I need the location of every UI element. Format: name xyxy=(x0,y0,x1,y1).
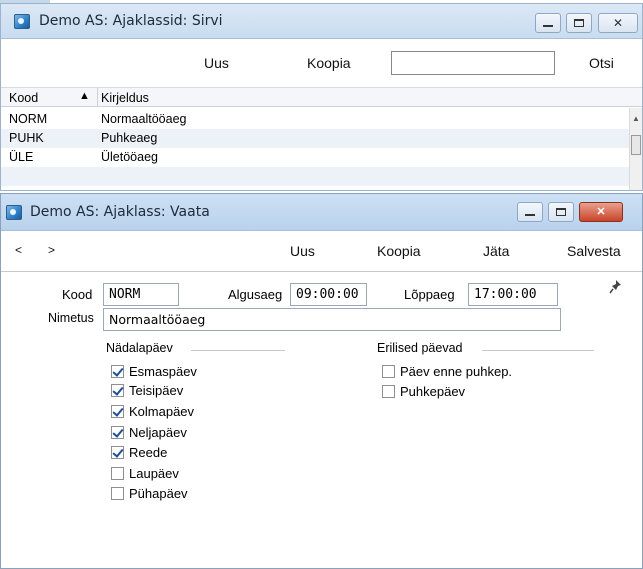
row-code: NORM xyxy=(9,112,48,126)
browse-titlebar[interactable]: Demo AS: Ajaklassid: Sirvi ✕ xyxy=(1,4,642,39)
checkbox-friday[interactable]: Reede xyxy=(111,445,167,460)
checkbox-friday-box[interactable] xyxy=(111,446,124,459)
scroll-thumb[interactable] xyxy=(631,135,641,155)
checkbox-wednesday[interactable]: Kolmapäev xyxy=(111,404,194,419)
checkbox-wednesday-box[interactable] xyxy=(111,405,124,418)
new-button[interactable]: Uus xyxy=(290,243,315,259)
list-row[interactable]: ÜLE Ületööaeg xyxy=(1,148,629,167)
end-time-label: Lõppaeg xyxy=(404,287,455,302)
code-field-value: NORM xyxy=(109,287,141,302)
discard-button[interactable]: Jäta xyxy=(483,243,509,259)
start-time-value: 09:00:00 xyxy=(296,287,359,302)
browse-window: Demo AS: Ajaklassid: Sirvi ✕ Uus Koopia … xyxy=(0,3,643,191)
column-divider xyxy=(97,88,98,107)
checkbox-thursday-box[interactable] xyxy=(111,426,124,439)
list-header: Kood ▲ Kirjeldus xyxy=(1,87,642,107)
end-time-value: 17:00:00 xyxy=(474,287,537,302)
close-button[interactable]: ✕ xyxy=(598,13,638,33)
minimize-icon xyxy=(525,214,535,216)
checkbox-holiday-label: Puhkepäev xyxy=(400,384,466,399)
end-time-field[interactable]: 17:00:00 xyxy=(468,283,558,306)
start-time-label: Algusaeg xyxy=(228,287,283,302)
minimize-button[interactable] xyxy=(535,13,561,33)
weekdays-group-line xyxy=(191,350,285,351)
checkbox-sunday[interactable]: Pühapäev xyxy=(111,486,188,501)
code-field[interactable]: NORM xyxy=(103,283,179,306)
search-input[interactable] xyxy=(391,51,555,75)
column-header-code[interactable]: Kood xyxy=(9,91,38,105)
row-description: Normaaltööaeg xyxy=(101,112,187,126)
checkbox-holiday-box[interactable] xyxy=(382,385,395,398)
scroll-up-icon[interactable]: ▲ xyxy=(632,114,640,123)
browse-toolbar: Uus Koopia Otsi xyxy=(1,40,642,86)
sort-ascending-icon: ▲ xyxy=(79,90,90,102)
list-scrollbar[interactable]: ▲ xyxy=(629,108,642,190)
edit-toolbar: < > Uus Koopia Jäta Salvesta xyxy=(1,232,642,272)
maximize-icon xyxy=(574,19,584,27)
maximize-icon xyxy=(556,208,566,216)
row-description: Ületööaeg xyxy=(101,150,158,164)
checkbox-tuesday-label: Teisipäev xyxy=(129,383,184,398)
name-field[interactable]: Normaaltööaeg xyxy=(103,308,561,331)
start-time-field[interactable]: 09:00:00 xyxy=(290,283,367,306)
checkbox-monday-label: Esmaspäev xyxy=(129,364,197,379)
name-field-value: Normaaltööaeg xyxy=(109,312,206,327)
column-header-description[interactable]: Kirjeldus xyxy=(101,91,149,105)
special-days-group-title: Erilised päevad xyxy=(377,341,463,355)
edit-form: Kood NORM Algusaeg 09:00:00 Lõppaeg 17:0… xyxy=(1,273,642,568)
checkbox-thursday-label: Neljapäev xyxy=(129,425,187,440)
checkbox-wednesday-label: Kolmapäev xyxy=(129,404,195,419)
row-description: Puhkeaeg xyxy=(101,131,158,145)
save-button[interactable]: Salvesta xyxy=(567,243,621,259)
edit-titlebar[interactable]: Demo AS: Ajaklass: Vaata ✕ xyxy=(1,194,642,231)
checkbox-friday-label: Reede xyxy=(129,445,168,460)
checkbox-sunday-box[interactable] xyxy=(111,487,124,500)
list-row[interactable]: PUHK Puhkeaeg xyxy=(1,129,629,148)
copy-button[interactable]: Koopia xyxy=(307,55,351,71)
edit-window: Demo AS: Ajaklass: Vaata ✕ < > Uus Koopi… xyxy=(0,193,643,569)
close-icon: ✕ xyxy=(596,205,606,218)
list-body: NORM Normaaltööaeg PUHK Puhkeaeg ÜLE Üle… xyxy=(1,108,629,190)
checkbox-tuesday-box[interactable] xyxy=(111,384,124,397)
checkbox-sunday-label: Pühapäev xyxy=(129,486,188,501)
list-row[interactable]: NORM Normaaltööaeg xyxy=(1,110,629,129)
checkbox-day-before-holiday[interactable]: Päev enne puhkep. xyxy=(382,364,512,379)
close-button[interactable]: ✕ xyxy=(579,202,623,222)
app-icon xyxy=(14,14,30,29)
row-code: ÜLE xyxy=(9,150,34,164)
close-icon: ✕ xyxy=(612,16,624,30)
special-days-group-line xyxy=(482,350,594,351)
checkbox-thursday[interactable]: Neljapäev xyxy=(111,425,187,440)
minimize-icon xyxy=(543,25,553,27)
name-label: Nimetus xyxy=(48,311,94,325)
checkbox-day-before-holiday-box[interactable] xyxy=(382,365,395,378)
maximize-button[interactable] xyxy=(548,202,574,222)
previous-record-button[interactable]: < xyxy=(15,243,22,257)
maximize-button[interactable] xyxy=(566,13,592,33)
minimize-button[interactable] xyxy=(517,202,543,222)
weekdays-group-title: Nädalapäev xyxy=(106,341,173,355)
checkbox-monday[interactable]: Esmaspäev xyxy=(111,364,197,379)
new-button[interactable]: Uus xyxy=(204,55,229,71)
app-icon xyxy=(6,205,22,220)
next-record-button[interactable]: > xyxy=(48,243,55,257)
list-row-empty xyxy=(1,167,629,186)
code-label: Kood xyxy=(62,287,93,302)
checkbox-saturday[interactable]: Laupäev xyxy=(111,466,179,481)
browse-window-title: Demo AS: Ajaklassid: Sirvi xyxy=(39,13,223,29)
copy-button[interactable]: Koopia xyxy=(377,243,421,259)
checkbox-saturday-box[interactable] xyxy=(111,467,124,480)
search-button[interactable]: Otsi xyxy=(589,55,614,71)
row-code: PUHK xyxy=(9,131,44,145)
checkbox-saturday-label: Laupäev xyxy=(129,466,179,481)
edit-window-title: Demo AS: Ajaklass: Vaata xyxy=(30,204,210,220)
pin-icon[interactable] xyxy=(609,279,621,294)
checkbox-monday-box[interactable] xyxy=(111,365,124,378)
checkbox-holiday[interactable]: Puhkepäev xyxy=(382,384,465,399)
checkbox-day-before-holiday-label: Päev enne puhkep. xyxy=(400,364,513,379)
checkbox-tuesday[interactable]: Teisipäev xyxy=(111,383,183,398)
